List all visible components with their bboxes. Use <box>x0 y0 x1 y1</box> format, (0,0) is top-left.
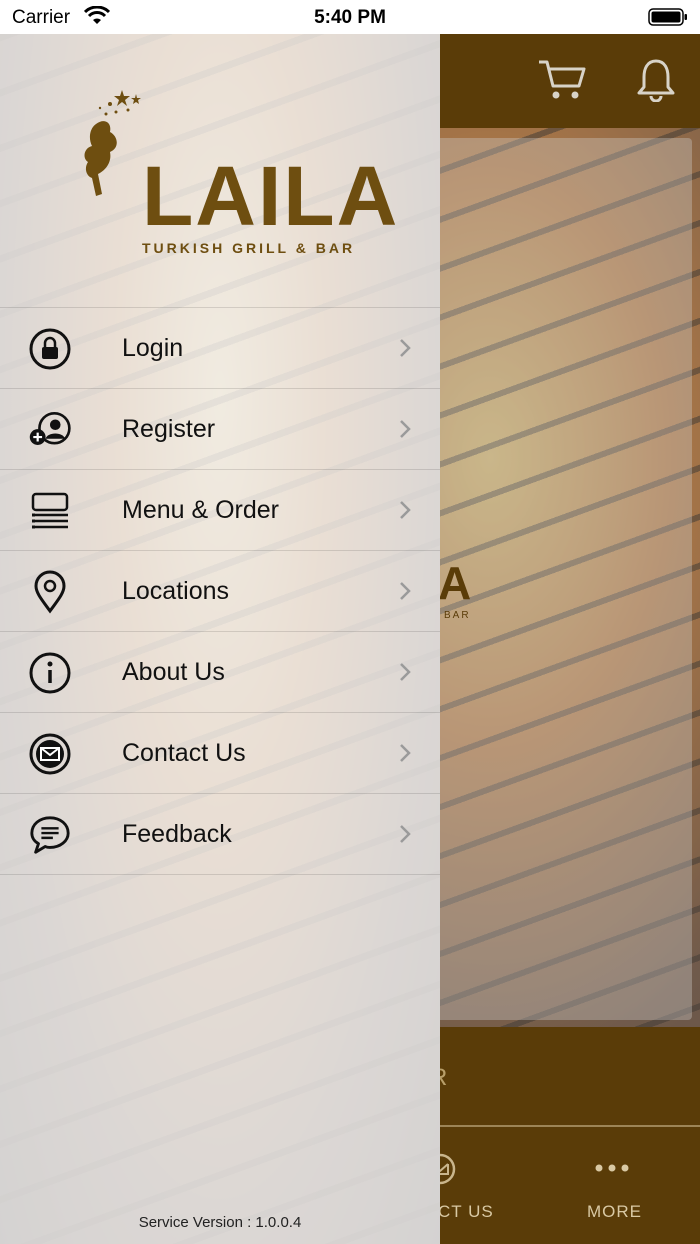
chevron-right-icon <box>398 742 412 769</box>
menu-item-register[interactable]: Register <box>0 389 440 470</box>
service-version: Service Version : 1.0.0.4 <box>138 1214 302 1231</box>
menu-item-contact-us[interactable]: Contact Us <box>0 713 440 794</box>
menu-item-about-us[interactable]: About Us <box>0 632 440 713</box>
menu-item-label: Register <box>122 414 216 443</box>
menu-list-icon <box>28 490 72 532</box>
chevron-right-icon <box>398 580 412 607</box>
battery-icon <box>648 8 688 31</box>
menu-item-label: Feedback <box>122 819 232 848</box>
chevron-right-icon <box>398 823 412 850</box>
chat-icon <box>28 814 72 856</box>
menu-item-label: Contact Us <box>122 738 246 767</box>
menu-item-label: About Us <box>122 657 225 686</box>
menu-item-menu-order[interactable]: Menu & Order <box>0 470 440 551</box>
tab-divider <box>440 1125 700 1127</box>
chevron-right-icon <box>398 499 412 526</box>
brand-tagline: TURKISH GRILL & BAR <box>142 240 356 256</box>
tab-contact-us[interactable]: CT US <box>438 1202 494 1222</box>
location-pin-icon <box>28 570 72 614</box>
menu-item-label: Login <box>122 333 184 362</box>
menu-item-label: Menu & Order <box>122 495 280 524</box>
menu-item-feedback[interactable]: Feedback <box>0 794 440 875</box>
menu-item-locations[interactable]: Locations <box>0 551 440 632</box>
chevron-right-icon <box>398 337 412 364</box>
drawer-menu: Login Register Menu & Order Locations Ab… <box>0 307 440 875</box>
lock-icon <box>28 328 72 370</box>
fairy-moon-logo-icon <box>53 90 141 200</box>
status-time: 5:40 PM <box>314 7 386 28</box>
add-user-icon <box>28 409 72 451</box>
more-icon[interactable] <box>594 1160 630 1181</box>
brand-name: LAILA <box>142 149 400 243</box>
status-bar: Carrier 5:40 PM <box>0 0 700 34</box>
background-logo-sub-fragment: BAR <box>444 610 471 621</box>
info-icon <box>28 652 72 694</box>
menu-item-login[interactable]: Login <box>0 308 440 389</box>
side-drawer: LAILA TURKISH GRILL & BAR Login Register… <box>0 34 440 1244</box>
mail-icon <box>28 733 72 775</box>
chevron-right-icon <box>398 661 412 688</box>
tab-more[interactable]: MORE <box>587 1202 642 1222</box>
background-logo-fragment: A <box>438 557 472 609</box>
brand-logo: LAILA TURKISH GRILL & BAR <box>40 84 400 264</box>
menu-item-label: Locations <box>122 576 230 605</box>
chevron-right-icon <box>398 418 412 445</box>
cart-icon[interactable] <box>537 58 587 107</box>
bell-icon[interactable] <box>636 58 676 107</box>
